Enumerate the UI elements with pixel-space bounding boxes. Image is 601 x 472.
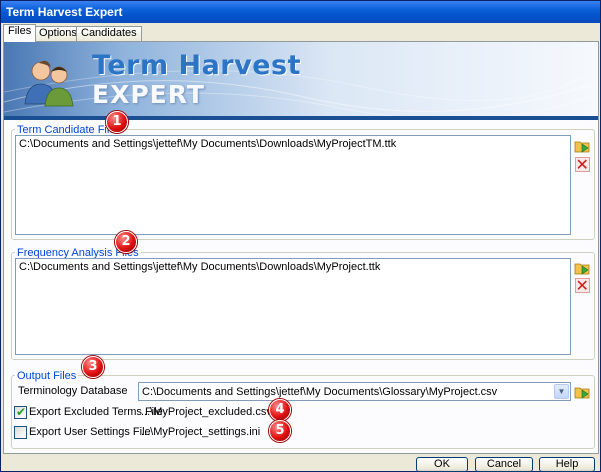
people-icon bbox=[24, 60, 74, 107]
tab-options[interactable]: Options bbox=[34, 26, 82, 41]
add-term-candidate-button[interactable] bbox=[573, 137, 591, 154]
add-file-icon bbox=[574, 141, 590, 153]
list-item[interactable]: C:\Documents and Settings\jettef\My Docu… bbox=[19, 138, 567, 151]
tab-options-label: Options bbox=[39, 27, 77, 39]
terminology-value: C:\Documents and Settings\jettef\My Docu… bbox=[142, 386, 498, 398]
add-file-icon bbox=[574, 387, 590, 399]
list-item[interactable]: C:\Documents and Settings\jettef\My Docu… bbox=[19, 261, 567, 274]
frequency-list[interactable]: C:\Documents and Settings\jettef\My Docu… bbox=[15, 258, 571, 355]
tab-candidates[interactable]: Candidates bbox=[76, 26, 142, 41]
remove-icon: ✕ bbox=[574, 155, 590, 174]
output-label: Output Files bbox=[15, 370, 79, 382]
export-settings-label[interactable]: Export User Settings File bbox=[29, 426, 151, 439]
export-excluded-path: ...\MyProject_excluded.csv bbox=[141, 406, 272, 418]
tab-files[interactable]: Files bbox=[3, 24, 37, 42]
cancel-button[interactable]: Cancel bbox=[475, 457, 533, 472]
badge-5: 5 bbox=[269, 420, 291, 442]
add-frequency-button[interactable] bbox=[573, 259, 591, 276]
export-excluded-checkbox[interactable]: ✔ bbox=[14, 405, 27, 419]
help-button[interactable]: Help bbox=[539, 457, 595, 472]
banner: Term Harvest EXPERT bbox=[4, 42, 598, 120]
remove-icon: ✕ bbox=[574, 276, 590, 295]
terminology-combo[interactable]: C:\Documents and Settings\jettef\My Docu… bbox=[138, 382, 571, 401]
tab-candidates-label: Candidates bbox=[81, 27, 137, 39]
export-settings-path: ...\MyProject_settings.ini bbox=[141, 426, 261, 438]
chevron-down-icon[interactable]: ▼ bbox=[554, 384, 569, 399]
badge-2: 2 bbox=[115, 231, 137, 253]
badge-3: 3 bbox=[82, 356, 104, 378]
browse-terminology-button[interactable] bbox=[573, 383, 591, 400]
files-panel: Term Harvest EXPERT Term Candidate Files… bbox=[3, 41, 599, 454]
window-title: Term Harvest Expert bbox=[6, 5, 123, 19]
ok-button[interactable]: OK bbox=[416, 457, 468, 472]
tab-files-label: Files bbox=[8, 25, 32, 37]
badge-1: 1 bbox=[106, 111, 128, 133]
add-file-icon bbox=[574, 263, 590, 275]
export-settings-checkbox[interactable] bbox=[14, 426, 27, 439]
title-bar[interactable]: Term Harvest Expert bbox=[1, 1, 600, 23]
remove-term-candidate-button[interactable]: ✕ bbox=[573, 156, 591, 173]
logo-title: Term Harvest bbox=[92, 50, 302, 81]
remove-frequency-button[interactable]: ✕ bbox=[573, 277, 591, 294]
badge-4: 4 bbox=[269, 399, 291, 421]
term-candidate-list[interactable]: C:\Documents and Settings\jettef\My Docu… bbox=[15, 135, 571, 235]
main-window: Term Harvest Expert Files Options Candid… bbox=[0, 0, 601, 472]
logo-subtitle: EXPERT bbox=[92, 80, 205, 109]
checkmark-icon: ✔ bbox=[16, 405, 27, 419]
terminology-label: Terminology Database bbox=[18, 385, 128, 397]
